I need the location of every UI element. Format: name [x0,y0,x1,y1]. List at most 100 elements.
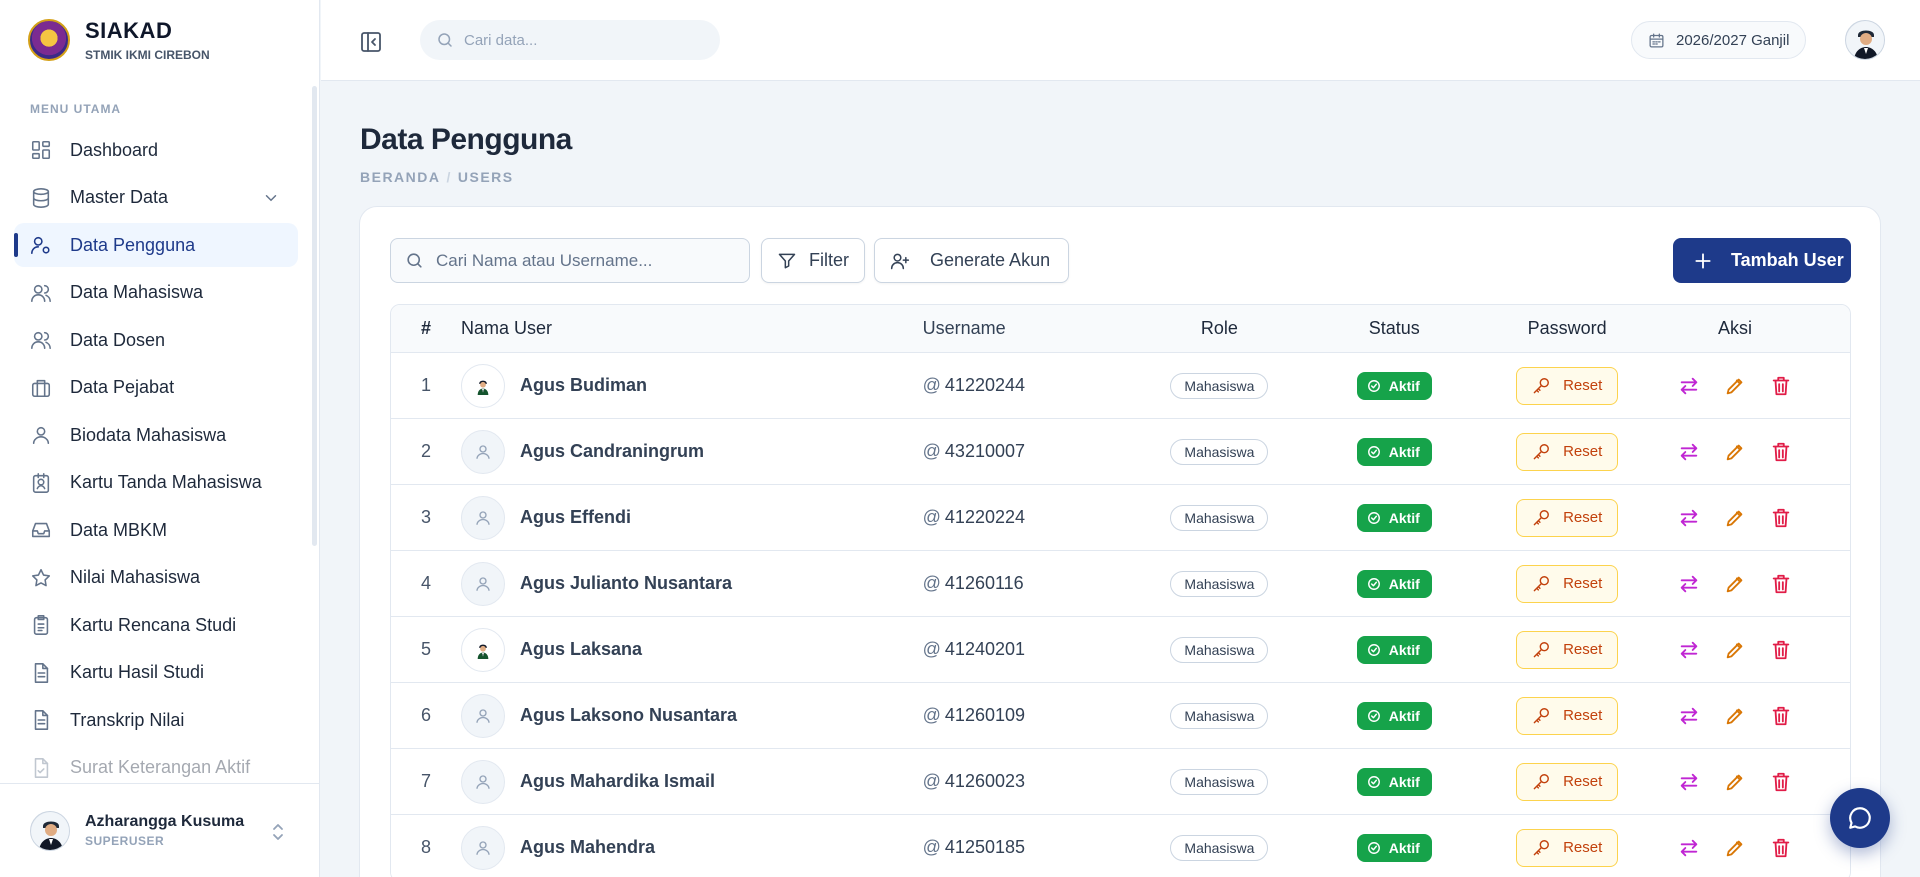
row-actions [1620,375,1850,397]
user-name[interactable]: Agus Laksana [520,639,642,660]
plus-icon [1695,252,1711,269]
sidebar-item-data-pengguna[interactable]: Data Pengguna [14,223,298,267]
global-search[interactable] [420,20,720,60]
delete-icon[interactable] [1770,507,1792,529]
user-card[interactable]: Azharangga Kusuma SUPERUSER [0,783,320,877]
edit-icon[interactable] [1724,771,1746,793]
switch-user-icon[interactable] [1678,441,1700,463]
page-title: Data Pengguna [360,123,572,156]
edit-icon[interactable] [1724,705,1746,727]
edit-icon[interactable] [1724,507,1746,529]
delete-icon[interactable] [1770,375,1792,397]
generate-account-label: Generate Akun [930,250,1051,270]
sidebar-item-kartu-rencana-studi[interactable]: Kartu Rencana Studi [14,603,298,647]
delete-icon[interactable] [1770,771,1792,793]
delete-icon[interactable] [1770,837,1792,859]
delete-icon[interactable] [1770,705,1792,727]
switch-user-icon[interactable] [1678,507,1700,529]
switch-user-icon[interactable] [1678,375,1700,397]
user-search[interactable] [390,238,750,283]
sidebar-item-label: Data Pejabat [70,377,175,397]
table-row: 6 Agus Laksono Nusantara @41260109 Mahasisw… [391,683,1850,749]
reset-password-button[interactable]: Reset [1516,696,1619,735]
switch-user-icon[interactable] [1678,837,1700,859]
user-name[interactable]: Agus Laksono Nusantara [520,705,737,726]
username-cell: @41220244 [923,375,1165,396]
reset-password-button[interactable]: Reset [1516,366,1619,405]
sidebar-item-transkrip-nilai[interactable]: Transkrip Nilai [14,698,298,742]
switch-user-icon[interactable] [1678,705,1700,727]
file-check-icon [34,757,49,778]
sidebar-item-data-mahasiswa[interactable]: Data Mahasiswa [14,271,298,315]
user-name[interactable]: Agus Julianto Nusantara [520,573,732,594]
user-placeholder-icon [476,510,490,525]
reset-password-button[interactable]: Reset [1516,828,1619,867]
user-name[interactable]: Agus Budiman [520,375,647,396]
delete-icon[interactable] [1770,639,1792,661]
sidebar-item-data-mbkm[interactable]: Data MBKM [14,508,298,552]
sidebar-item-kartu-hasil-studi[interactable]: Kartu Hasil Studi [14,651,298,695]
sidebar-item-data-pejabat[interactable]: Data Pejabat [14,366,298,410]
add-user-button[interactable]: Tambah User [1673,238,1851,283]
sidebar-item-kartu-tanda-mahasiswa[interactable]: Kartu Tanda Mahasiswa [14,461,298,505]
reset-password-button[interactable]: Reset [1516,432,1619,471]
avatar [460,495,505,540]
sidebar-item-dashboard[interactable]: Dashboard [14,128,298,172]
sidebar-item-master-data[interactable]: Master Data [14,176,298,220]
key-icon [1533,510,1550,526]
status-label: Aktif [1388,575,1420,592]
chat-button[interactable] [1830,788,1890,848]
global-search-input[interactable] [464,31,704,49]
user-name[interactable]: Agus Mahardika Ismail [520,771,715,792]
sidebar-item-label: Kartu Hasil Studi [70,662,205,682]
reset-password-button[interactable]: Reset [1516,762,1619,801]
username-cell: @41260109 [923,705,1165,726]
search-icon [407,253,422,268]
edit-icon[interactable] [1724,837,1746,859]
user-name[interactable]: Agus Candraningrum [520,441,704,462]
edit-icon[interactable] [1724,375,1746,397]
user-placeholder-icon [476,840,490,855]
reset-password-button[interactable]: Reset [1516,498,1619,537]
user-search-input[interactable] [436,250,736,271]
delete-icon[interactable] [1770,573,1792,595]
sidebar-item-nilai-mahasiswa[interactable]: Nilai Mahasiswa [14,556,298,600]
generate-account-button[interactable]: Generate Akun [874,238,1070,283]
sidebar-item-label: Master Data [70,187,169,207]
edit-icon[interactable] [1724,573,1746,595]
sidebar-toggle-icon[interactable] [359,30,383,54]
avatar [30,810,70,851]
sidebar-item-data-dosen[interactable]: Data Dosen [14,318,298,362]
username-cell: @41250185 [923,837,1165,858]
star-icon [31,568,51,586]
delete-icon[interactable] [1770,441,1792,463]
chevron-down-icon [265,194,277,201]
app-title: SIAKAD [85,18,173,43]
profile-avatar[interactable] [1845,20,1885,60]
reset-password-button[interactable]: Reset [1516,630,1619,669]
user-name[interactable]: Agus Mahendra [520,837,655,858]
filter-icon [778,253,796,268]
filter-button[interactable]: Filter [761,238,865,283]
sidebar-scrollbar[interactable] [312,86,317,546]
menu-section-label: MENU UTAMA [30,102,122,116]
edit-icon[interactable] [1724,441,1746,463]
sidebar-item-label: Dashboard [70,139,159,160]
switch-user-icon[interactable] [1678,771,1700,793]
brand[interactable]: SIAKAD STMIK IKMI CIREBON [0,0,319,80]
breadcrumb-home[interactable]: BERANDA [360,169,441,185]
reset-password-button[interactable]: Reset [1516,564,1619,603]
sidebar-item-surat-keterangan-aktif[interactable]: Surat Keterangan Aktif [14,746,298,784]
user-name[interactable]: Agus Effendi [520,507,631,528]
row-actions [1620,441,1850,463]
switch-user-icon[interactable] [1678,573,1700,595]
at-icon: @ [922,441,941,461]
switch-user-icon[interactable] [1678,639,1700,661]
key-icon [1533,444,1550,460]
header-username[interactable]: Username [923,318,1165,339]
header-name[interactable]: Nama User [461,318,923,339]
semester-selector[interactable]: 2026/2027 Ganjil [1631,21,1807,59]
sidebar-item-biodata-mahasiswa[interactable]: Biodata Mahasiswa [14,413,298,457]
reset-label: Reset [1563,839,1603,856]
edit-icon[interactable] [1724,639,1746,661]
